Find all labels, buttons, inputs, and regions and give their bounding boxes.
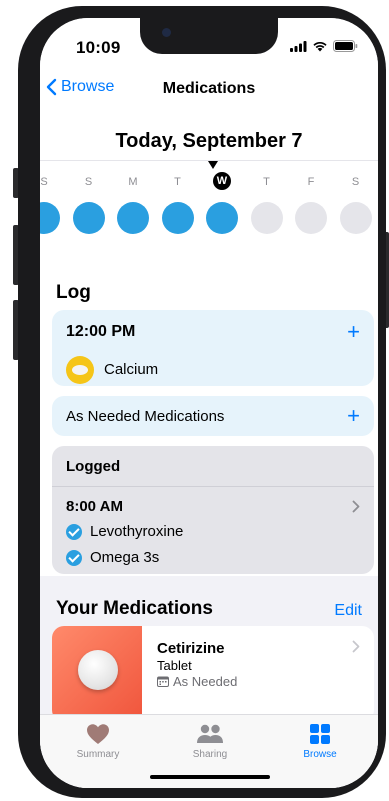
day-progress-circle[interactable] <box>40 202 60 234</box>
pill-icon <box>66 356 94 384</box>
day-progress-circle[interactable] <box>206 202 238 234</box>
logged-item: Levothyroxine <box>90 523 184 540</box>
wifi-icon <box>313 41 327 52</box>
chevron-right-icon[interactable] <box>352 640 360 653</box>
front-camera-icon <box>162 28 171 37</box>
date-header: Today, September 7 SSMTWTFSS <box>40 114 378 264</box>
scheduled-medication-name: Calcium <box>104 361 159 378</box>
log-heading: Log <box>56 282 91 303</box>
tab-sharing-label: Sharing <box>192 749 228 760</box>
day-progress-circle[interactable] <box>161 202 194 234</box>
battery-icon <box>333 40 358 52</box>
navigation-bar: Browse Medications <box>40 72 378 114</box>
tab-browse[interactable]: Browse <box>270 723 370 760</box>
logged-card: Logged 8:00 AM Levothyroxine Omega 3s <box>52 446 374 574</box>
tab-sharing[interactable]: Sharing <box>160 723 260 760</box>
day-letter: M <box>128 176 138 188</box>
checkmark-icon <box>66 524 82 540</box>
day-letter: S <box>84 176 93 188</box>
medication-card[interactable]: Cetirizine Tablet As Needed <box>52 626 374 722</box>
notch <box>140 18 278 54</box>
heart-icon <box>87 724 109 744</box>
medication-schedule-label: As Needed <box>173 674 238 689</box>
add-as-needed-button[interactable]: + <box>347 405 360 427</box>
calendar-icon <box>157 676 169 687</box>
your-medications-heading: Your Medications <box>56 598 213 619</box>
logged-time: 8:00 AM <box>66 498 123 515</box>
logged-item: Omega 3s <box>90 549 160 566</box>
day-progress-circle[interactable] <box>250 202 283 234</box>
day-letter: S <box>40 176 48 188</box>
day-progress-circle[interactable] <box>117 202 149 234</box>
grid-icon <box>310 724 330 744</box>
date-title: Today, September 7 <box>115 130 303 152</box>
logged-divider <box>52 486 374 487</box>
medication-form: Tablet <box>157 658 192 673</box>
scheduled-time: 12:00 PM <box>66 323 136 340</box>
day-progress-circle[interactable] <box>339 202 372 234</box>
day-progress-circle[interactable] <box>72 202 105 234</box>
as-needed-label: As Needed Medications <box>66 408 225 425</box>
tab-summary-label: Summary <box>76 749 120 760</box>
page-title: Medications <box>162 80 256 97</box>
medication-name: Cetirizine <box>157 640 225 657</box>
checkmark-icon <box>66 550 82 566</box>
day-letter: T <box>174 176 181 188</box>
scheduled-dose-card[interactable]: 12:00 PM + Calcium <box>52 310 374 386</box>
tab-browse-label: Browse <box>303 749 337 760</box>
status-time: 10:09 <box>76 38 121 57</box>
signal-icon <box>290 40 307 52</box>
medication-thumbnail <box>52 626 142 722</box>
tablet-icon <box>78 650 118 690</box>
medication-schedule: As Needed <box>157 674 237 689</box>
logged-title: Logged <box>66 458 121 475</box>
add-dose-button[interactable]: + <box>347 321 360 343</box>
day-letter: T <box>263 176 270 188</box>
today-pointer-icon <box>208 161 218 169</box>
day-letter: F <box>307 176 315 188</box>
edit-button[interactable]: Edit <box>334 602 362 620</box>
home-indicator[interactable] <box>150 775 270 779</box>
status-icons <box>290 40 358 52</box>
log-section: Log 12:00 PM + Calcium As Needed Medicat… <box>40 264 378 576</box>
day-letter: S <box>351 176 360 188</box>
day-progress-circle[interactable] <box>295 202 327 234</box>
screen: 10:09 Browse Medications Today, Septembe… <box>40 18 378 788</box>
day-letter-today: W <box>213 172 231 190</box>
as-needed-card[interactable]: As Needed Medications + <box>52 396 374 436</box>
people-icon <box>197 724 223 743</box>
status-bar: 10:09 <box>40 18 378 72</box>
chevron-right-icon[interactable] <box>352 500 360 513</box>
tab-summary[interactable]: Summary <box>48 723 148 760</box>
